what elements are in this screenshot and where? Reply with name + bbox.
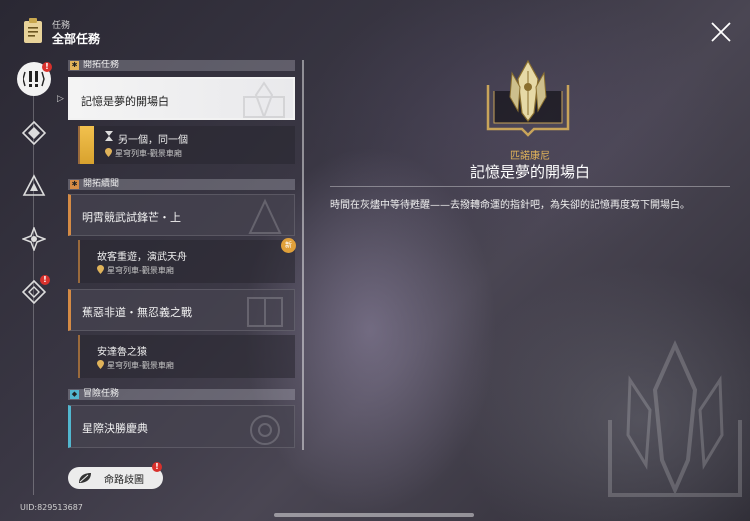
sub-mission-title: 故客重遊，演武天舟 bbox=[97, 252, 187, 263]
companion-icon bbox=[22, 174, 46, 196]
mission-watermark-icon bbox=[248, 198, 282, 234]
mission-card-selected[interactable]: 記憶是夢的開場白 bbox=[68, 77, 295, 120]
mission-card[interactable]: 星際決勝慶典 bbox=[68, 405, 295, 448]
sub-mission-item[interactable]: 故客重遊，演武天舟 星穹列車-觀景車廂 bbox=[78, 240, 295, 283]
mission-watermark-icon bbox=[247, 297, 283, 327]
mission-detail-title: 記憶是夢的開場白 bbox=[469, 163, 590, 181]
all-missions-icon bbox=[23, 71, 45, 87]
gold-tab-icon bbox=[80, 126, 94, 164]
fate-map-label: 命路歧圖 bbox=[104, 474, 144, 486]
location-pin-icon bbox=[97, 265, 104, 274]
mission-title: 星際決勝慶典 bbox=[82, 422, 148, 435]
fate-map-badge: ! bbox=[152, 462, 162, 472]
sub-mission-title: 安達魯之猿 bbox=[97, 347, 147, 358]
location-text: 星穹列車-觀景車廂 bbox=[107, 361, 174, 370]
faction-name: 匹諾康尼 bbox=[510, 151, 550, 162]
fate-map-button[interactable]: 命路歧圖 bbox=[68, 467, 163, 489]
background-emblem-icon bbox=[608, 340, 742, 497]
sub-mission-item[interactable]: 安達魯之猿 星穹列車-觀景車廂 bbox=[78, 335, 295, 378]
pinocony-watermark-icon bbox=[243, 81, 285, 118]
page-title: 全部任務 bbox=[52, 32, 101, 46]
sub-mission-location: 星穹列車-觀景車廂 bbox=[97, 265, 174, 276]
mission-watermark-icon bbox=[250, 415, 280, 445]
leaf-icon bbox=[79, 473, 91, 483]
location-text: 星穹列車-觀景車廂 bbox=[115, 149, 182, 158]
location-pin-icon bbox=[105, 148, 112, 157]
mission-title: 明霄競武試鋒芒・上 bbox=[82, 211, 181, 224]
rail-item-trailblaze[interactable] bbox=[21, 120, 47, 146]
pinocony-emblem-icon bbox=[486, 59, 570, 137]
location-pin-icon bbox=[97, 360, 104, 369]
rail-item-adventure[interactable] bbox=[21, 226, 47, 252]
close-icon[interactable] bbox=[708, 19, 734, 45]
uid-label: UID:829513687 bbox=[20, 503, 83, 512]
divider bbox=[330, 186, 730, 187]
continuance-section-icon: ✱ bbox=[70, 180, 79, 189]
rail-pointer-icon: ▷ bbox=[57, 94, 64, 104]
rail-badge-daily: ! bbox=[40, 275, 50, 285]
mission-card[interactable]: 蕉惡非道・無忍義之戰 bbox=[68, 289, 295, 331]
adventure-icon bbox=[22, 227, 46, 251]
home-indicator[interactable] bbox=[274, 513, 474, 517]
rail-item-companion[interactable] bbox=[21, 173, 47, 199]
mission-card[interactable]: 明霄競武試鋒芒・上 bbox=[68, 194, 295, 236]
mission-log-icon bbox=[24, 18, 42, 43]
new-badge: 新 bbox=[281, 238, 296, 253]
mission-list[interactable]: ✱ 開拓任務 記憶是夢的開場白 另一個，同一個 星穹列車-觀景車廂 ✱ 開拓續聞… bbox=[68, 60, 297, 453]
mission-description: 時間在灰燼中等待甦醒——去撥轉命運的指針吧，為失卻的記憶再度寫下開場白。 bbox=[330, 200, 690, 211]
trailblaze-section-icon: ✱ bbox=[70, 61, 79, 70]
sub-mission-title: 另一個，同一個 bbox=[118, 135, 188, 146]
mission-title: 蕉惡非道・無忍義之戰 bbox=[82, 306, 192, 319]
section-header-trailblaze: ✱ 開拓任務 bbox=[68, 60, 295, 71]
adventure-section-icon: ◆ bbox=[70, 390, 79, 399]
section-label: 開拓續聞 bbox=[83, 179, 120, 189]
rail-badge-all: ! bbox=[42, 62, 52, 72]
sub-mission-location: 星穹列車-觀景車廂 bbox=[105, 148, 182, 159]
trailblaze-icon bbox=[22, 121, 46, 145]
list-scrollbar[interactable] bbox=[302, 60, 304, 450]
sub-mission-item[interactable]: 另一個，同一個 星穹列車-觀景車廂 bbox=[78, 126, 295, 164]
sub-mission-location: 星穹列車-觀景車廂 bbox=[97, 360, 174, 371]
location-text: 星穹列車-觀景車廂 bbox=[107, 266, 174, 275]
section-label: 冒險任務 bbox=[83, 389, 120, 399]
mission-title: 記憶是夢的開場白 bbox=[81, 95, 169, 108]
section-header-trailblaze-continuance: ✱ 開拓續聞 bbox=[68, 179, 295, 190]
section-label: 開拓任務 bbox=[83, 60, 120, 70]
hourglass-icon bbox=[105, 131, 113, 141]
section-header-adventure: ◆ 冒險任務 bbox=[68, 389, 295, 400]
